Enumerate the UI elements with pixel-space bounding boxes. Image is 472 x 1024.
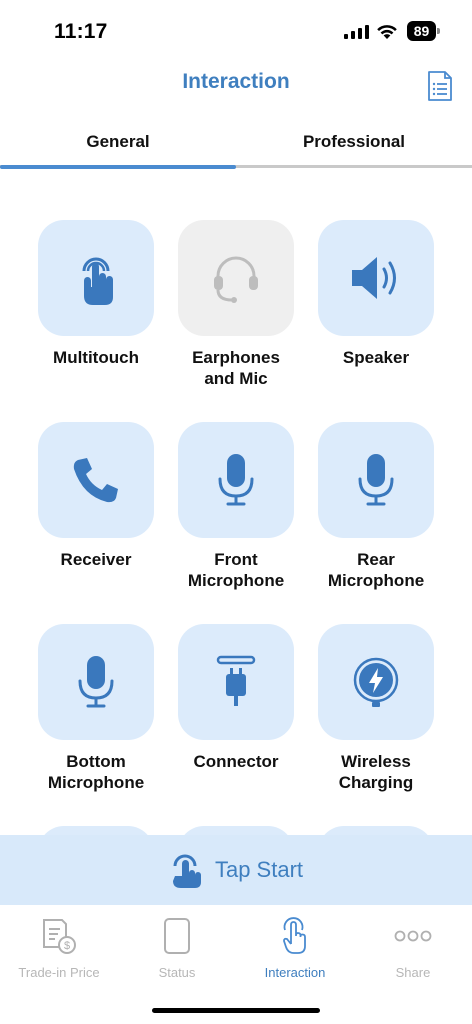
- nav-status[interactable]: Status: [118, 915, 236, 980]
- svg-text:$: $: [64, 940, 70, 952]
- tab-bar: General Professional: [0, 120, 472, 172]
- tile-earphones-and-mic[interactable]: Earphones and Mic: [166, 220, 306, 389]
- tile-rear-microphone[interactable]: Rear Microphone: [306, 422, 446, 591]
- microphone-icon: [218, 454, 254, 506]
- tab-professional[interactable]: Professional: [236, 132, 472, 152]
- tile-label: Rear Microphone: [327, 550, 425, 590]
- tile-wireless-charging[interactable]: Wireless Charging: [306, 624, 446, 793]
- tile-label: Bottom Microphone: [47, 752, 145, 792]
- cellular-signal-icon: [344, 24, 369, 39]
- tile-speaker[interactable]: Speaker: [306, 220, 446, 368]
- nav-label: Trade-in Price: [18, 965, 100, 980]
- tile-receiver[interactable]: Receiver: [26, 422, 166, 570]
- tile-label: Multitouch: [53, 348, 139, 367]
- nav-trade-in-price[interactable]: $ Trade-in Price: [0, 915, 118, 980]
- microphone-icon: [78, 656, 114, 708]
- wifi-icon: [377, 25, 397, 39]
- page-title: Interaction: [182, 70, 290, 93]
- microphone-icon: [358, 454, 394, 506]
- tile-label: Earphones and Mic: [192, 348, 280, 388]
- tile-connector[interactable]: Connector: [166, 624, 306, 772]
- nav-label: Status: [158, 965, 196, 980]
- status-bar: 11:17 89: [0, 0, 472, 60]
- tap-hand-icon: [172, 854, 201, 888]
- multitouch-hand-icon: [82, 257, 113, 305]
- connector-icon: [216, 655, 256, 706]
- phone-outline-icon: [164, 918, 190, 954]
- tile-bottom-microphone[interactable]: Bottom Microphone: [26, 624, 166, 793]
- speaker-icon: [352, 257, 396, 299]
- tile-multitouch[interactable]: Multitouch: [26, 220, 166, 368]
- bottom-navigation: $ Trade-in Price Status Interaction Shar…: [0, 905, 472, 1024]
- tile-label: Connector: [193, 752, 279, 771]
- wireless-charging-icon: [353, 657, 399, 707]
- tile-label: Wireless Charging: [338, 752, 414, 792]
- tab-active-indicator: [0, 165, 236, 169]
- tile-front-microphone[interactable]: Front Microphone: [166, 422, 306, 591]
- battery-level: 89: [407, 21, 436, 41]
- tile-label: Front Microphone: [187, 550, 285, 590]
- nav-label: Share: [395, 965, 431, 980]
- phone-receiver-icon: [73, 458, 118, 503]
- tap-start-label: Tap Start: [214, 857, 304, 882]
- battery-icon: 89: [407, 21, 440, 41]
- more-dots-icon: [394, 930, 432, 942]
- tile-label: Speaker: [342, 348, 410, 367]
- home-indicator[interactable]: [152, 1008, 320, 1013]
- tap-start-button[interactable]: Tap Start: [0, 835, 472, 905]
- tile-label: Receiver: [60, 550, 132, 569]
- tab-general[interactable]: General: [0, 132, 236, 152]
- nav-label: Interaction: [264, 965, 326, 980]
- document-list-icon[interactable]: [426, 70, 454, 102]
- price-document-icon: $: [43, 919, 76, 954]
- status-time: 11:17: [54, 20, 108, 43]
- nav-share[interactable]: Share: [354, 915, 472, 980]
- tap-finger-icon: [283, 917, 306, 954]
- headset-icon: [214, 256, 258, 303]
- nav-interaction[interactable]: Interaction: [236, 915, 354, 980]
